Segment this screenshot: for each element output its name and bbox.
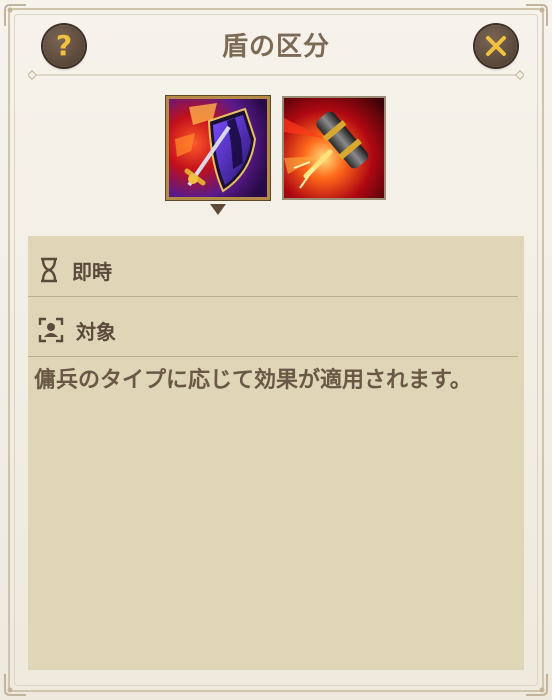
- corner-ornament: [526, 4, 548, 26]
- skill-icon-hammer[interactable]: [282, 96, 386, 200]
- close-icon: [486, 36, 506, 56]
- corner-ornament: [4, 4, 26, 26]
- target-row: 対象: [28, 304, 518, 357]
- target-label: 対象: [76, 319, 116, 344]
- skill-detail-panel: 即時 対象 傭兵のタイプに応じて効果が適用されます。: [28, 236, 524, 670]
- corner-ornament: [4, 674, 26, 696]
- title-divider: [28, 70, 524, 80]
- dialog-title: 盾の区分: [221, 32, 330, 62]
- target-person-icon: [38, 317, 64, 343]
- close-button[interactable]: [475, 25, 517, 67]
- skill-description: 傭兵のタイプに応じて効果が適用されます。: [34, 368, 472, 393]
- shield-sword-icon: [169, 99, 267, 197]
- hourglass-icon: [41, 257, 57, 283]
- timing-row: 即時: [28, 244, 518, 297]
- selected-indicator: [210, 204, 226, 215]
- skill-icon-shield[interactable]: [166, 96, 270, 200]
- corner-ornament: [526, 674, 548, 696]
- timing-label: 即時: [72, 259, 112, 284]
- hammer-strike-icon: [284, 98, 384, 198]
- dialog-frame: ? 盾の区分 即時 対象 傭兵のタイプに応じて効果が適用されます。: [0, 0, 552, 700]
